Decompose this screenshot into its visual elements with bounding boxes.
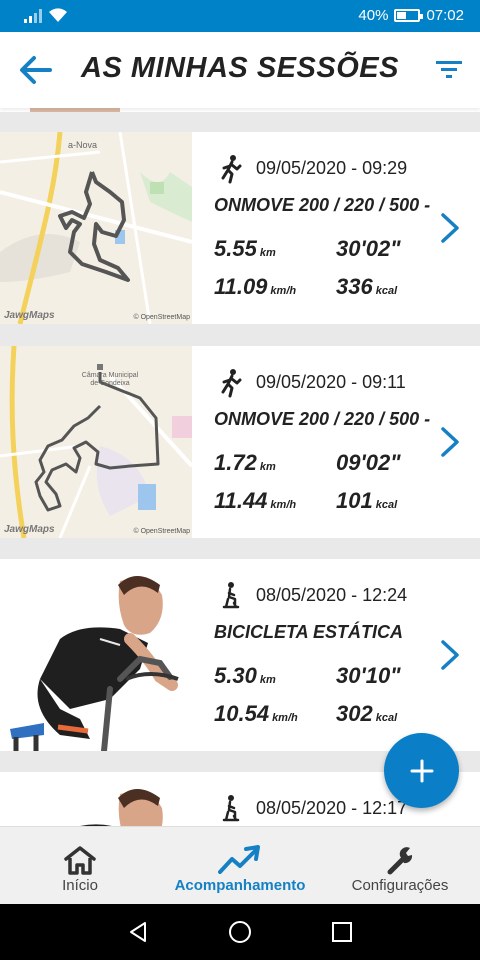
battery-percent: 40% xyxy=(358,7,389,24)
session-card[interactable]: 08/05/2020 - 12:24 BICICLETA ESTÁTICA 5.… xyxy=(0,559,480,751)
session-details: 09/05/2020 - 09:11 ONMOVE 200 / 220 / 50… xyxy=(212,346,432,538)
session-speed: 10.54 km/h xyxy=(214,701,298,727)
chevron-right-icon[interactable] xyxy=(440,639,460,671)
session-speed: 11.09 km/h xyxy=(214,274,296,300)
calories-value: 101 xyxy=(336,488,373,513)
distance-value: 5.55 xyxy=(214,236,257,261)
chevron-right-icon[interactable] xyxy=(440,426,460,458)
route-map: JawgMaps © OpenStreetMap a-Nova xyxy=(0,132,192,324)
nav-label: Acompanhamento xyxy=(174,877,306,894)
calories-unit: kcal xyxy=(375,499,398,511)
distance-unit: km xyxy=(259,461,276,473)
session-list[interactable]: JawgMaps © OpenStreetMap a-Nova 09/05/20… xyxy=(0,108,480,826)
session-card[interactable]: JawgMaps © OpenStreetMap Câmara Municipa… xyxy=(0,346,480,538)
filter-button[interactable] xyxy=(434,54,464,84)
session-duration: 30'02" xyxy=(336,236,401,261)
status-right: 40% 07:02 xyxy=(358,7,464,24)
speed-unit: km/h xyxy=(272,712,298,724)
calories-value: 336 xyxy=(336,274,373,299)
nav-item-configuracoes[interactable]: Configurações xyxy=(320,827,480,905)
distance-unit: km xyxy=(259,674,276,686)
route-map: JawgMaps © OpenStreetMap Câmara Municipa… xyxy=(0,346,192,538)
app-header: AS MINHAS SESSÕES xyxy=(0,32,480,108)
session-calories: 302 kcal xyxy=(336,701,397,727)
wifi-icon xyxy=(49,8,67,22)
signal-icon xyxy=(24,9,42,23)
session-name: ONMOVE 200 / 220 / 500 - xyxy=(214,195,431,215)
running-icon xyxy=(221,155,242,184)
session-details: 08/05/2020 - 12:24 BICICLETA ESTÁTICA 5.… xyxy=(212,559,432,751)
cyclist-photo xyxy=(0,772,192,826)
session-calories: 336 kcal xyxy=(336,274,397,300)
speed-value: 11.09 xyxy=(214,274,268,299)
nav-label: Configurações xyxy=(351,877,449,894)
wrench-icon xyxy=(387,847,413,875)
distance-value: 5.30 xyxy=(214,663,257,688)
map-attribution-right: © OpenStreetMap xyxy=(133,314,190,321)
session-name: ONMOVE 200 / 220 / 500 - xyxy=(214,409,431,429)
calories-unit: kcal xyxy=(375,285,398,297)
map-attribution-right: © OpenStreetMap xyxy=(133,528,190,535)
nav-item-inicio[interactable]: Início xyxy=(0,827,160,905)
session-date: 09/05/2020 - 09:29 xyxy=(256,158,408,178)
speed-value: 11.44 xyxy=(214,488,268,513)
add-session-button[interactable] xyxy=(384,733,459,808)
status-bar: 40% 07:02 xyxy=(0,0,480,32)
calories-unit: kcal xyxy=(375,712,398,724)
status-icons xyxy=(24,8,68,23)
distance-value: 1.72 xyxy=(214,450,257,475)
session-date: 09/05/2020 - 09:11 xyxy=(256,372,406,392)
session-details: 09/05/2020 - 09:29 ONMOVE 200 / 220 / 50… xyxy=(212,132,432,324)
speed-unit: km/h xyxy=(270,285,297,297)
session-duration: 09'02" xyxy=(336,450,401,475)
plus-icon xyxy=(410,759,433,782)
speed-value: 10.54 xyxy=(214,701,270,726)
stationary-bike-icon xyxy=(222,795,240,822)
system-back-icon[interactable] xyxy=(126,920,150,944)
system-navigation-bar xyxy=(0,904,480,960)
map-place-label: Câmara Municipal de Condeixa xyxy=(81,372,139,387)
home-icon xyxy=(64,846,96,875)
map-place-label: a-Nova xyxy=(68,140,98,150)
session-date: 08/05/2020 - 12:17 xyxy=(256,798,408,818)
running-icon xyxy=(221,369,242,398)
session-name: BICICLETA ESTÁTICA xyxy=(214,622,403,642)
chevron-right-icon[interactable] xyxy=(440,212,460,244)
session-date: 08/05/2020 - 12:24 xyxy=(256,585,408,605)
clock: 07:02 xyxy=(426,7,464,24)
calories-value: 302 xyxy=(336,701,373,726)
session-card[interactable]: JawgMaps © OpenStreetMap a-Nova 09/05/20… xyxy=(0,132,480,324)
session-distance: 1.72 km xyxy=(214,450,276,476)
cyclist-photo xyxy=(0,559,192,751)
session-speed: 11.44 km/h xyxy=(214,488,296,514)
speed-unit: km/h xyxy=(270,499,297,511)
stationary-bike-icon xyxy=(222,582,240,609)
bottom-navigation: Início Acompanhamento Configurações xyxy=(0,826,480,904)
nav-label: Início xyxy=(62,877,98,894)
distance-unit: km xyxy=(259,247,276,259)
nav-item-acompanhamento[interactable]: Acompanhamento xyxy=(160,827,320,905)
map-attribution-left: JawgMaps xyxy=(4,310,55,321)
page-title: AS MINHAS SESSÕES xyxy=(81,52,399,84)
system-recents-icon[interactable] xyxy=(330,920,354,944)
session-duration: 30'10" xyxy=(336,663,401,688)
session-calories: 101 kcal xyxy=(336,488,397,514)
battery-icon xyxy=(394,9,424,22)
battery-level xyxy=(397,12,407,19)
filter-icon xyxy=(436,61,462,78)
map-attribution-left: JawgMaps xyxy=(4,524,55,535)
session-distance: 5.55 km xyxy=(214,236,276,262)
previous-card-edge xyxy=(0,108,480,112)
trend-chart-icon xyxy=(218,845,260,874)
system-home-icon[interactable] xyxy=(228,920,252,944)
previous-card-image xyxy=(30,108,120,112)
session-distance: 5.30 km xyxy=(214,663,276,689)
